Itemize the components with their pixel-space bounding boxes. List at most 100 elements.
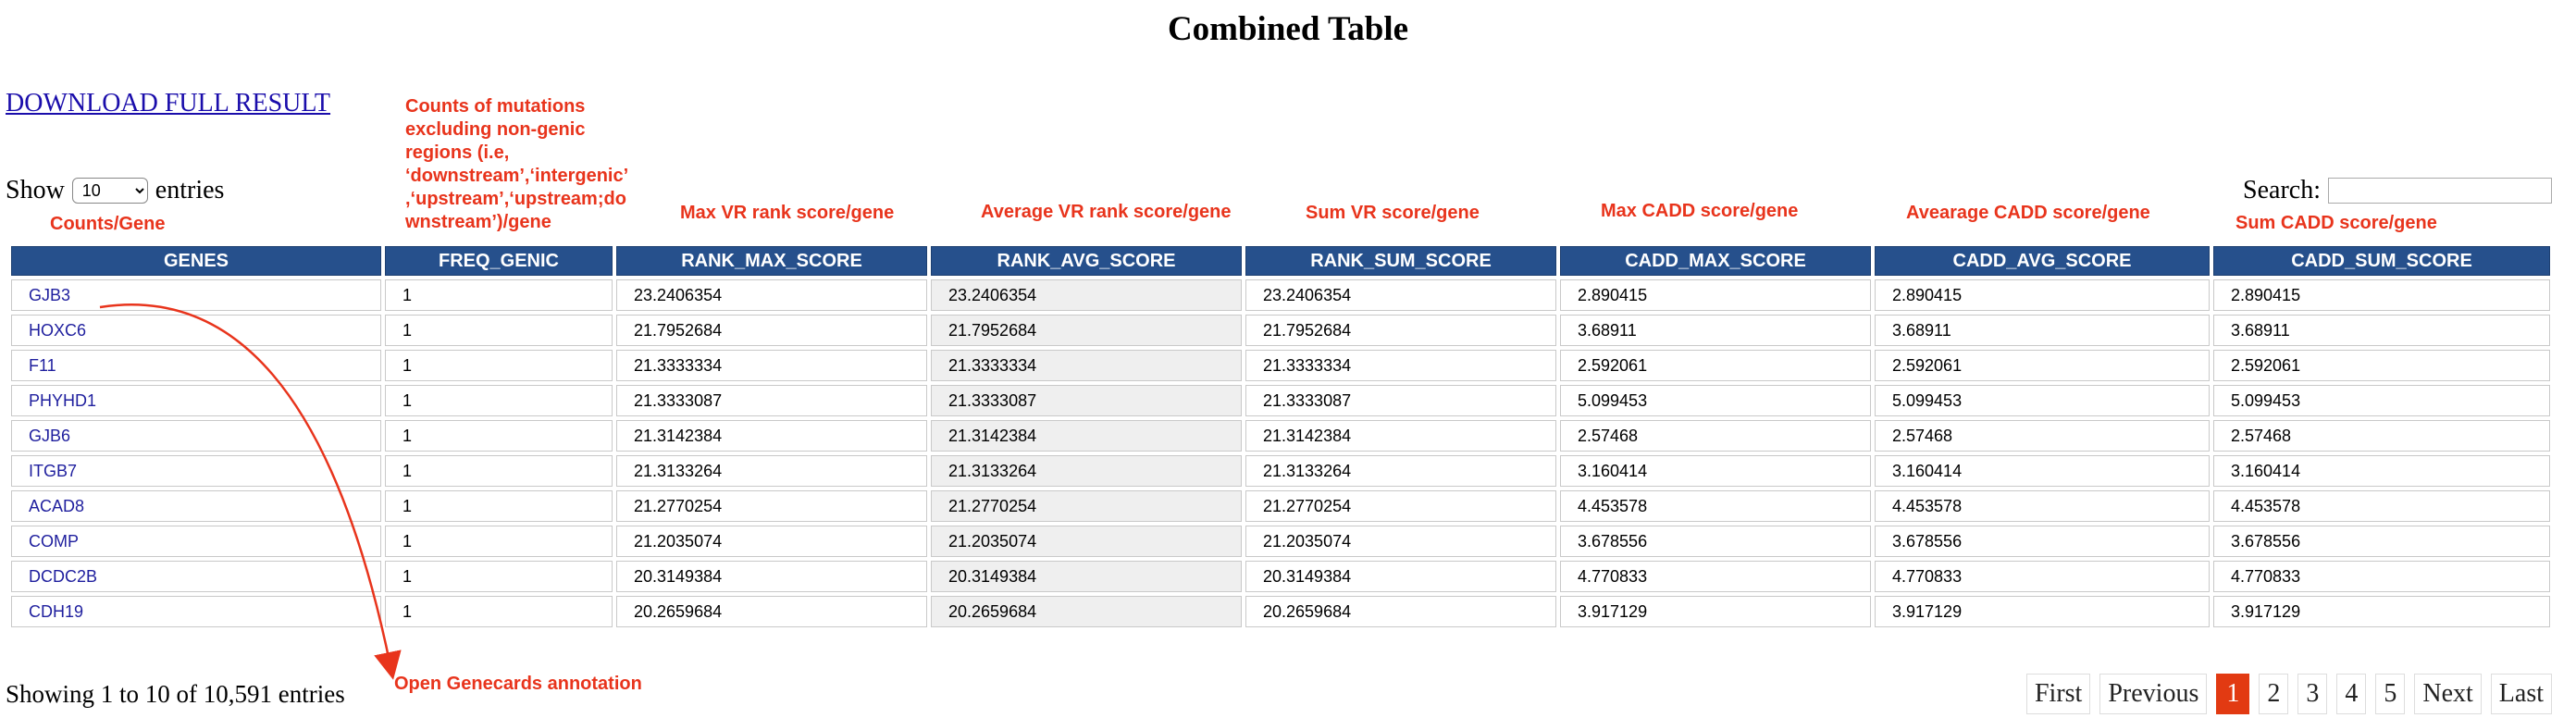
annotation-counts-gene: Counts/Gene: [50, 214, 166, 234]
annotation-freq-genic: Counts of mutations excluding non-genic …: [405, 96, 628, 232]
table-cell: 3.917129: [1560, 596, 1871, 627]
column-header-genes[interactable]: GENES: [11, 246, 381, 276]
length-suffix: entries: [155, 176, 225, 204]
table-cell: 4.770833: [1875, 561, 2210, 592]
table-cell: 3.160414: [2213, 455, 2550, 487]
table-cell: 3.917129: [1875, 596, 2210, 627]
table-cell: 3.68911: [1875, 315, 2210, 346]
table-cell: 20.2659684: [1245, 596, 1556, 627]
gene-link[interactable]: ACAD8: [11, 490, 381, 522]
column-header-rank-sum-score[interactable]: RANK_SUM_SCORE: [1245, 246, 1556, 276]
table-cell: 21.2770254: [616, 490, 927, 522]
table-row: GJB6 1 21.3142384 21.3142384 21.3142384 …: [11, 420, 2550, 452]
length-prefix: Show: [6, 176, 65, 204]
table-cell: 21.3333334: [931, 350, 1242, 381]
table-cell: 1: [385, 279, 613, 311]
table-cell: 20.2659684: [931, 596, 1242, 627]
table-cell: 21.3133264: [616, 455, 927, 487]
annotation-sum-cadd: Sum CADD score/gene: [2235, 213, 2437, 233]
length-control: Show 10 entries: [6, 176, 224, 205]
table-cell: 21.3133264: [1245, 455, 1556, 487]
table-cell: 2.57468: [2213, 420, 2550, 452]
page-button-1[interactable]: 1: [2216, 674, 2250, 714]
table-cell: 21.2770254: [1245, 490, 1556, 522]
table-cell: 4.453578: [1875, 490, 2210, 522]
download-full-result-link[interactable]: DOWNLOAD FULL RESULT: [6, 89, 330, 118]
table-cell: 5.099453: [2213, 385, 2550, 416]
table-cell: 21.3333087: [931, 385, 1242, 416]
gene-link[interactable]: F11: [11, 350, 381, 381]
table-cell: 21.3142384: [1245, 420, 1556, 452]
table-cell: 1: [385, 596, 613, 627]
combined-table: GENES FREQ_GENIC RANK_MAX_SCORE RANK_AVG…: [7, 242, 2554, 631]
table-cell: 3.68911: [1560, 315, 1871, 346]
table-header-row: GENES FREQ_GENIC RANK_MAX_SCORE RANK_AVG…: [11, 246, 2550, 276]
table-cell: 21.3142384: [931, 420, 1242, 452]
next-page-button[interactable]: Next: [2414, 674, 2482, 714]
gene-link[interactable]: HOXC6: [11, 315, 381, 346]
column-header-cadd-sum-score[interactable]: CADD_SUM_SCORE: [2213, 246, 2550, 276]
table-cell: 21.7952684: [1245, 315, 1556, 346]
table-cell: 1: [385, 561, 613, 592]
column-header-cadd-avg-score[interactable]: CADD_AVG_SCORE: [1875, 246, 2210, 276]
search-input[interactable]: [2328, 178, 2552, 204]
gene-link[interactable]: PHYHD1: [11, 385, 381, 416]
annotation-sum-vr: Sum VR score/gene: [1306, 203, 1480, 223]
table-cell: 3.160414: [1875, 455, 2210, 487]
table-cell: 2.592061: [1560, 350, 1871, 381]
page-button-3[interactable]: 3: [2297, 674, 2328, 714]
combined-table-container: GENES FREQ_GENIC RANK_MAX_SCORE RANK_AVG…: [7, 242, 2550, 631]
gene-link[interactable]: ITGB7: [11, 455, 381, 487]
table-cell: 3.678556: [1875, 526, 2210, 557]
entries-per-page-select[interactable]: 10: [71, 178, 148, 204]
table-cell: 21.3142384: [616, 420, 927, 452]
table-cell: 2.592061: [1875, 350, 2210, 381]
table-cell: 1: [385, 350, 613, 381]
table-cell: 23.2406354: [616, 279, 927, 311]
table-cell: 5.099453: [1875, 385, 2210, 416]
table-row: COMP 1 21.2035074 21.2035074 21.2035074 …: [11, 526, 2550, 557]
table-cell: 3.678556: [2213, 526, 2550, 557]
table-cell: 4.770833: [1560, 561, 1871, 592]
table-cell: 21.3333087: [616, 385, 927, 416]
table-cell: 21.3333087: [1245, 385, 1556, 416]
table-row: DCDC2B 1 20.3149384 20.3149384 20.314938…: [11, 561, 2550, 592]
first-page-button[interactable]: First: [2025, 674, 2091, 714]
annotation-avg-vr: Average VR rank score/gene: [981, 202, 1232, 222]
table-cell: 21.7952684: [616, 315, 927, 346]
previous-page-button[interactable]: Previous: [2099, 674, 2208, 714]
page-button-2[interactable]: 2: [2259, 674, 2289, 714]
column-header-cadd-max-score[interactable]: CADD_MAX_SCORE: [1560, 246, 1871, 276]
column-header-rank-avg-score[interactable]: RANK_AVG_SCORE: [931, 246, 1242, 276]
page-button-4[interactable]: 4: [2336, 674, 2367, 714]
annotation-max-vr: Max VR rank score/gene: [680, 203, 895, 223]
table-cell: 21.3333334: [616, 350, 927, 381]
table-cell: 1: [385, 315, 613, 346]
gene-link[interactable]: COMP: [11, 526, 381, 557]
annotation-genecards: Open Genecards annotation: [394, 674, 642, 694]
last-page-button[interactable]: Last: [2490, 674, 2552, 714]
gene-link[interactable]: DCDC2B: [11, 561, 381, 592]
table-cell: 21.7952684: [931, 315, 1242, 346]
table-cell: 21.3333334: [1245, 350, 1556, 381]
gene-link[interactable]: CDH19: [11, 596, 381, 627]
search-label: Search:: [2243, 176, 2321, 204]
pagination: First Previous 1 2 3 4 5 Next Last: [2025, 674, 2552, 714]
table-cell: 2.592061: [2213, 350, 2550, 381]
table-cell: 4.453578: [1560, 490, 1871, 522]
table-cell: 20.3149384: [1245, 561, 1556, 592]
page-title: Combined Table: [1167, 10, 1409, 48]
page-button-5[interactable]: 5: [2375, 674, 2406, 714]
table-cell: 21.2035074: [931, 526, 1242, 557]
table-cell: 5.099453: [1560, 385, 1871, 416]
table-row: PHYHD1 1 21.3333087 21.3333087 21.333308…: [11, 385, 2550, 416]
gene-link[interactable]: GJB3: [11, 279, 381, 311]
table-cell: 20.3149384: [931, 561, 1242, 592]
column-header-freq-genic[interactable]: FREQ_GENIC: [385, 246, 613, 276]
column-header-rank-max-score[interactable]: RANK_MAX_SCORE: [616, 246, 927, 276]
table-row: F11 1 21.3333334 21.3333334 21.3333334 2…: [11, 350, 2550, 381]
table-cell: 21.2035074: [616, 526, 927, 557]
table-cell: 3.68911: [2213, 315, 2550, 346]
gene-link[interactable]: GJB6: [11, 420, 381, 452]
table-row: ITGB7 1 21.3133264 21.3133264 21.3133264…: [11, 455, 2550, 487]
